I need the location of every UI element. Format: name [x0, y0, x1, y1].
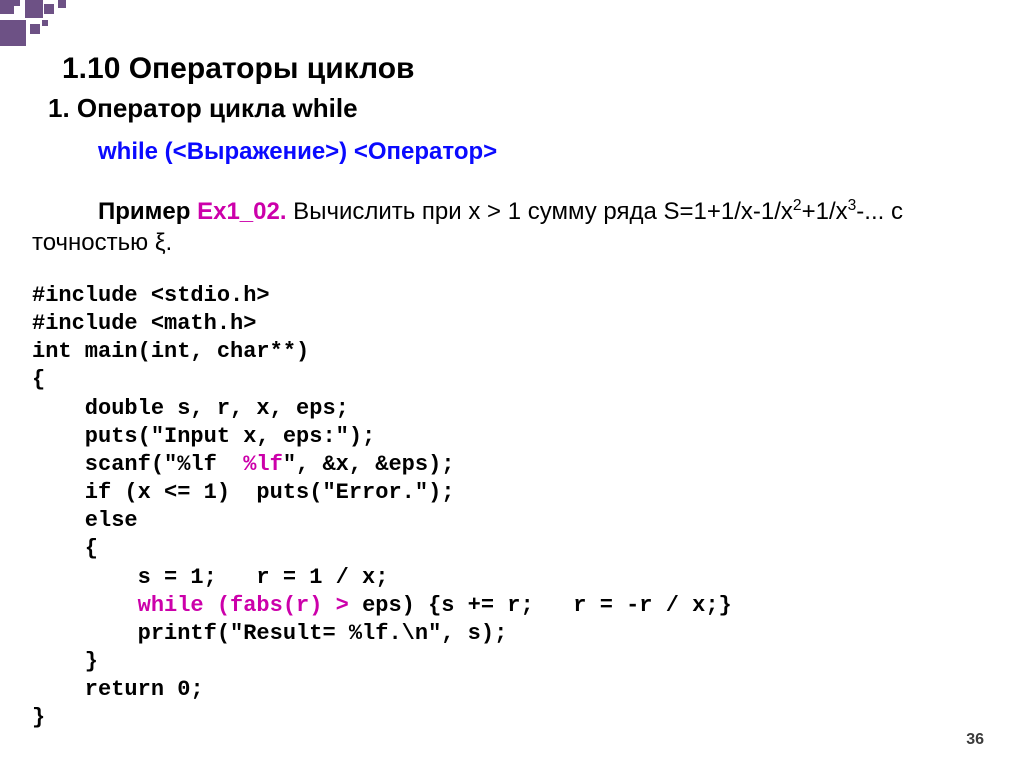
code-line-16: }	[32, 705, 45, 730]
code-line-9: else	[32, 508, 138, 533]
code-line-7c: ", &x, &eps);	[283, 452, 455, 477]
code-line-7a: scanf("%lf	[32, 452, 243, 477]
code-line-12b: eps) {s += r; r = -r / x;}	[362, 593, 732, 618]
slide-heading: 1.10 Операторы циклов	[62, 52, 414, 86]
superscript-2: 2	[793, 197, 802, 214]
while-syntax: while (<Выражение>) <Оператор>	[98, 138, 497, 166]
code-line-8: if (x <= 1) puts("Error.");	[32, 480, 454, 505]
code-line-12a: while (fabs(r) >	[32, 593, 362, 618]
slide-subheading: 1. Оператор цикла while	[48, 93, 358, 124]
code-line-13: printf("Result= %lf.\n", s);	[32, 621, 507, 646]
corner-decoration	[0, 0, 80, 55]
example-text-2: +1/x	[802, 198, 848, 225]
code-line-4: {	[32, 367, 45, 392]
code-line-11: s = 1; r = 1 / x;	[32, 565, 388, 590]
code-line-5: double s, r, x, eps;	[32, 396, 349, 421]
code-line-7b: %lf	[243, 452, 283, 477]
code-line-1: #include <stdio.h>	[32, 283, 270, 308]
code-line-6: puts("Input x, eps:");	[32, 424, 375, 449]
example-label: Ex1_02.	[197, 198, 286, 225]
code-block: #include <stdio.h> #include <math.h> int…	[32, 282, 732, 733]
example-text-1: Вычислить при x > 1 сумму ряда S=1+1/x-1…	[287, 198, 793, 225]
superscript-3: 3	[848, 197, 857, 214]
page-number: 36	[966, 731, 984, 749]
code-line-3: int main(int, char**)	[32, 339, 309, 364]
example-description: Пример Ex1_02. Вычислить при x > 1 сумму…	[32, 196, 984, 258]
code-line-10: {	[32, 536, 98, 561]
code-line-15: return 0;	[32, 677, 204, 702]
code-line-14: }	[32, 649, 98, 674]
code-line-2: #include <math.h>	[32, 311, 256, 336]
example-prefix: Пример	[98, 198, 197, 225]
